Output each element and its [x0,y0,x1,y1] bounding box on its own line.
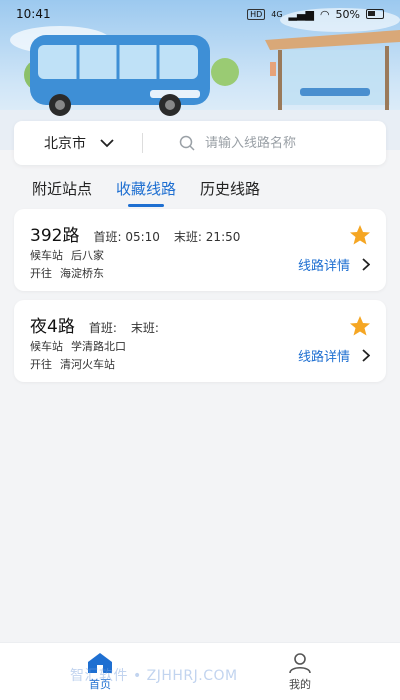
nav-home[interactable]: 首页 [0,643,200,700]
chevron-down-icon [100,138,114,147]
wait-stop: 学清路北口 [71,340,126,353]
star-icon[interactable] [348,314,372,338]
user-icon [289,652,311,673]
nav-profile[interactable]: 我的 [200,643,400,700]
tab-favorite-routes[interactable]: 收藏线路 [116,178,176,207]
chevron-right-icon [362,258,370,271]
wait-stop-label: 候车站 [30,249,63,262]
last-bus-label: 末班: [173,230,202,244]
wait-stop-label: 候车站 [30,340,63,353]
network-type: 4G [271,9,283,19]
direction-label: 开往 [30,267,52,280]
nav-home-label: 首页 [89,677,111,691]
chevron-right-icon [362,349,370,362]
tab-nearby-stops[interactable]: 附近站点 [32,178,92,207]
home-icon [88,652,112,673]
last-bus-time: 21:50 [205,230,241,244]
direction-stop: 海淀桥东 [60,267,104,280]
tab-history-routes[interactable]: 历史线路 [200,178,260,207]
nav-profile-label: 我的 [289,677,311,691]
wait-stop: 后八家 [71,249,104,262]
route-detail-link[interactable]: 线路详情 [298,255,370,274]
city-selector[interactable]: 北京市 [14,133,142,153]
route-detail-label: 线路详情 [297,350,350,365]
tab-bar: 附近站点 收藏线路 历史线路 [32,178,260,207]
battery-icon [366,9,384,19]
star-icon[interactable] [348,223,372,247]
status-time: 10:41 [16,7,51,21]
first-bus-label: 首班: [93,230,122,244]
city-name: 北京市 [44,136,86,152]
hd-badge: HD [247,8,266,20]
bottom-nav: 首页 我的 [0,642,400,700]
route-card[interactable]: 夜4路 首班: 末班: 候车站 学清路北口 开往 清河火车站 线路详情 [14,300,386,382]
route-name: 392路 [30,226,80,246]
signal-icon: ▂▄▆ [288,7,314,21]
route-detail-label: 线路详情 [297,259,350,274]
search-icon [179,135,195,151]
last-bus-label: 末班: [130,321,159,335]
first-bus-time: 05:10 [125,230,160,244]
first-bus-label: 首班: [88,321,117,335]
direction-stop: 清河火车站 [60,358,115,371]
wifi-icon: ◠ [319,7,330,21]
status-bar: 10:41 HD 4G ▂▄▆ ◠ 50% [0,0,400,28]
search-card: 北京市 [14,121,386,165]
battery-percent: 50% [335,7,360,21]
route-name: 夜4路 [30,317,75,337]
search-input[interactable] [205,135,355,151]
search-box[interactable] [143,135,386,151]
route-detail-link[interactable]: 线路详情 [298,346,370,365]
route-card[interactable]: 392路 首班: 05:10 末班: 21:50 候车站 后八家 开往 海淀桥东… [14,209,386,291]
direction-label: 开往 [30,358,52,371]
